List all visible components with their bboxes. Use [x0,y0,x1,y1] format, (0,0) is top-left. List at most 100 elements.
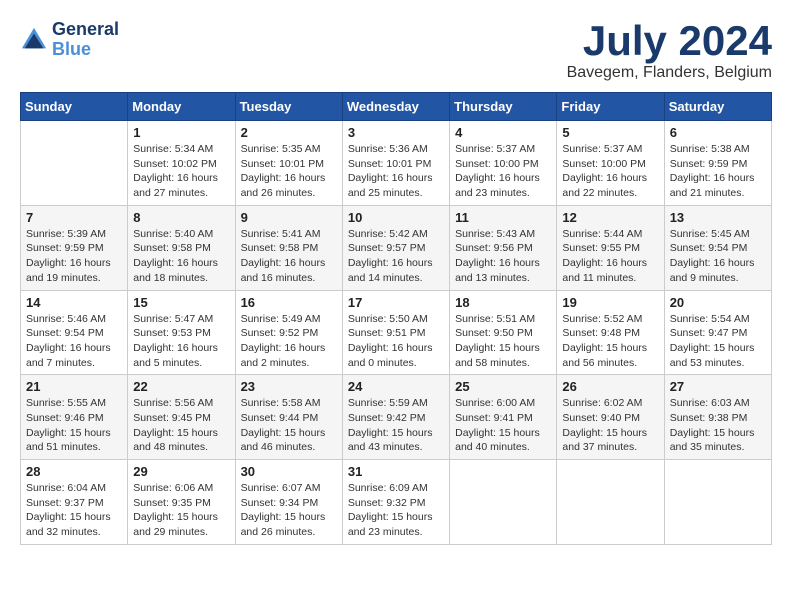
day-number: 12 [562,210,658,225]
day-info: Sunrise: 5:52 AM Sunset: 9:48 PM Dayligh… [562,312,658,371]
week-row-3: 14 Sunrise: 5:46 AM Sunset: 9:54 PM Dayli… [21,290,772,375]
calendar-cell: 8 Sunrise: 5:40 AM Sunset: 9:58 PM Daylig… [128,205,235,290]
week-row-1: 1 Sunrise: 5:34 AM Sunset: 10:02 PM Dayli… [21,121,772,206]
day-info: Sunrise: 5:50 AM Sunset: 9:51 PM Dayligh… [348,312,444,371]
calendar-cell: 18 Sunrise: 5:51 AM Sunset: 9:50 PM Dayli… [450,290,557,375]
calendar-cell: 28Sunrise: 6:04 AM Sunset: 9:37 PM Dayli… [21,460,128,545]
calendar-cell: 11 Sunrise: 5:43 AM Sunset: 9:56 PM Dayli… [450,205,557,290]
calendar-cell: 26 Sunrise: 6:02 AM Sunset: 9:40 PM Dayli… [557,375,664,460]
day-info: Sunrise: 6:09 AM Sunset: 9:32 PM Dayligh… [348,481,444,540]
day-info: Sunrise: 5:40 AM Sunset: 9:58 PM Dayligh… [133,227,229,286]
calendar-cell: 12 Sunrise: 5:44 AM Sunset: 9:55 PM Dayli… [557,205,664,290]
day-info: Sunrise: 6:00 AM Sunset: 9:41 PM Dayligh… [455,396,551,455]
day-info: Sunrise: 5:51 AM Sunset: 9:50 PM Dayligh… [455,312,551,371]
month-title: July 2024 [567,20,772,62]
day-info: Sunrise: 5:49 AM Sunset: 9:52 PM Dayligh… [241,312,337,371]
calendar-cell: 30Sunrise: 6:07 AM Sunset: 9:34 PM Dayli… [235,460,342,545]
calendar-cell: 24Sunrise: 5:59 AM Sunset: 9:42 PM Dayli… [342,375,449,460]
day-number: 20 [670,295,766,310]
calendar-cell: 17 Sunrise: 5:50 AM Sunset: 9:51 PM Dayli… [342,290,449,375]
day-number: 6 [670,125,766,140]
logo-text: General Blue [52,20,119,60]
calendar-cell: 23Sunrise: 5:58 AM Sunset: 9:44 PM Dayli… [235,375,342,460]
day-info: Sunrise: 5:38 AM Sunset: 9:59 PM Dayligh… [670,142,766,201]
day-info: Sunrise: 5:39 AM Sunset: 9:59 PM Dayligh… [26,227,122,286]
day-number: 9 [241,210,337,225]
calendar-cell: 21Sunrise: 5:55 AM Sunset: 9:46 PM Dayli… [21,375,128,460]
week-row-4: 21Sunrise: 5:55 AM Sunset: 9:46 PM Dayli… [21,375,772,460]
day-info: Sunrise: 6:02 AM Sunset: 9:40 PM Dayligh… [562,396,658,455]
week-row-5: 28Sunrise: 6:04 AM Sunset: 9:37 PM Dayli… [21,460,772,545]
day-info: Sunrise: 5:43 AM Sunset: 9:56 PM Dayligh… [455,227,551,286]
logo-icon [20,26,48,54]
day-number: 18 [455,295,551,310]
calendar-cell: 2Sunrise: 5:35 AM Sunset: 10:01 PM Dayli… [235,121,342,206]
day-number: 2 [241,125,337,140]
day-number: 27 [670,379,766,394]
col-header-saturday: Saturday [664,93,771,121]
day-info: Sunrise: 5:37 AM Sunset: 10:00 PM Daylig… [455,142,551,201]
calendar-cell: 31 Sunrise: 6:09 AM Sunset: 9:32 PM Dayli… [342,460,449,545]
day-number: 24 [348,379,444,394]
col-header-wednesday: Wednesday [342,93,449,121]
calendar-cell: 10 Sunrise: 5:42 AM Sunset: 9:57 PM Dayli… [342,205,449,290]
header-row: SundayMondayTuesdayWednesdayThursdayFrid… [21,93,772,121]
calendar-cell: 7Sunrise: 5:39 AM Sunset: 9:59 PM Daylig… [21,205,128,290]
calendar-cell: 3 Sunrise: 5:36 AM Sunset: 10:01 PM Dayli… [342,121,449,206]
day-number: 4 [455,125,551,140]
day-number: 11 [455,210,551,225]
day-number: 17 [348,295,444,310]
page-header: General Blue July 2024 Bavegem, Flanders… [20,20,772,82]
day-number: 14 [26,295,122,310]
day-number: 10 [348,210,444,225]
day-info: Sunrise: 5:44 AM Sunset: 9:55 PM Dayligh… [562,227,658,286]
day-info: Sunrise: 5:45 AM Sunset: 9:54 PM Dayligh… [670,227,766,286]
calendar-cell: 1 Sunrise: 5:34 AM Sunset: 10:02 PM Dayli… [128,121,235,206]
calendar-cell: 19 Sunrise: 5:52 AM Sunset: 9:48 PM Dayli… [557,290,664,375]
calendar-body: 1 Sunrise: 5:34 AM Sunset: 10:02 PM Dayli… [21,121,772,545]
day-number: 19 [562,295,658,310]
calendar-cell: 6 Sunrise: 5:38 AM Sunset: 9:59 PM Daylig… [664,121,771,206]
calendar-cell: 25Sunrise: 6:00 AM Sunset: 9:41 PM Dayli… [450,375,557,460]
col-header-tuesday: Tuesday [235,93,342,121]
day-info: Sunrise: 5:34 AM Sunset: 10:02 PM Daylig… [133,142,229,201]
col-header-monday: Monday [128,93,235,121]
day-info: Sunrise: 5:56 AM Sunset: 9:45 PM Dayligh… [133,396,229,455]
calendar-cell [450,460,557,545]
calendar-cell: 9Sunrise: 5:41 AM Sunset: 9:58 PM Daylig… [235,205,342,290]
calendar-cell: 16 Sunrise: 5:49 AM Sunset: 9:52 PM Dayli… [235,290,342,375]
calendar-cell: 20 Sunrise: 5:54 AM Sunset: 9:47 PM Dayli… [664,290,771,375]
day-number: 3 [348,125,444,140]
day-info: Sunrise: 5:46 AM Sunset: 9:54 PM Dayligh… [26,312,122,371]
calendar-table: SundayMondayTuesdayWednesdayThursdayFrid… [20,92,772,545]
day-info: Sunrise: 5:54 AM Sunset: 9:47 PM Dayligh… [670,312,766,371]
calendar-cell: 5Sunrise: 5:37 AM Sunset: 10:00 PM Dayli… [557,121,664,206]
day-info: Sunrise: 5:36 AM Sunset: 10:01 PM Daylig… [348,142,444,201]
day-number: 8 [133,210,229,225]
col-header-friday: Friday [557,93,664,121]
day-number: 30 [241,464,337,479]
calendar-cell: 13 Sunrise: 5:45 AM Sunset: 9:54 PM Dayli… [664,205,771,290]
day-number: 13 [670,210,766,225]
calendar-cell: 15Sunrise: 5:47 AM Sunset: 9:53 PM Dayli… [128,290,235,375]
calendar-cell [557,460,664,545]
day-info: Sunrise: 6:04 AM Sunset: 9:37 PM Dayligh… [26,481,122,540]
col-header-thursday: Thursday [450,93,557,121]
logo: General Blue [20,20,119,60]
day-number: 23 [241,379,337,394]
day-number: 26 [562,379,658,394]
day-number: 21 [26,379,122,394]
calendar-cell: 14 Sunrise: 5:46 AM Sunset: 9:54 PM Dayli… [21,290,128,375]
day-info: Sunrise: 5:42 AM Sunset: 9:57 PM Dayligh… [348,227,444,286]
day-number: 15 [133,295,229,310]
day-number: 31 [348,464,444,479]
week-row-2: 7Sunrise: 5:39 AM Sunset: 9:59 PM Daylig… [21,205,772,290]
calendar-cell: 22 Sunrise: 5:56 AM Sunset: 9:45 PM Dayli… [128,375,235,460]
day-number: 22 [133,379,229,394]
calendar-cell: 4 Sunrise: 5:37 AM Sunset: 10:00 PM Dayli… [450,121,557,206]
day-info: Sunrise: 6:03 AM Sunset: 9:38 PM Dayligh… [670,396,766,455]
calendar-header: SundayMondayTuesdayWednesdayThursdayFrid… [21,93,772,121]
day-number: 1 [133,125,229,140]
day-number: 16 [241,295,337,310]
location: Bavegem, Flanders, Belgium [567,64,772,82]
